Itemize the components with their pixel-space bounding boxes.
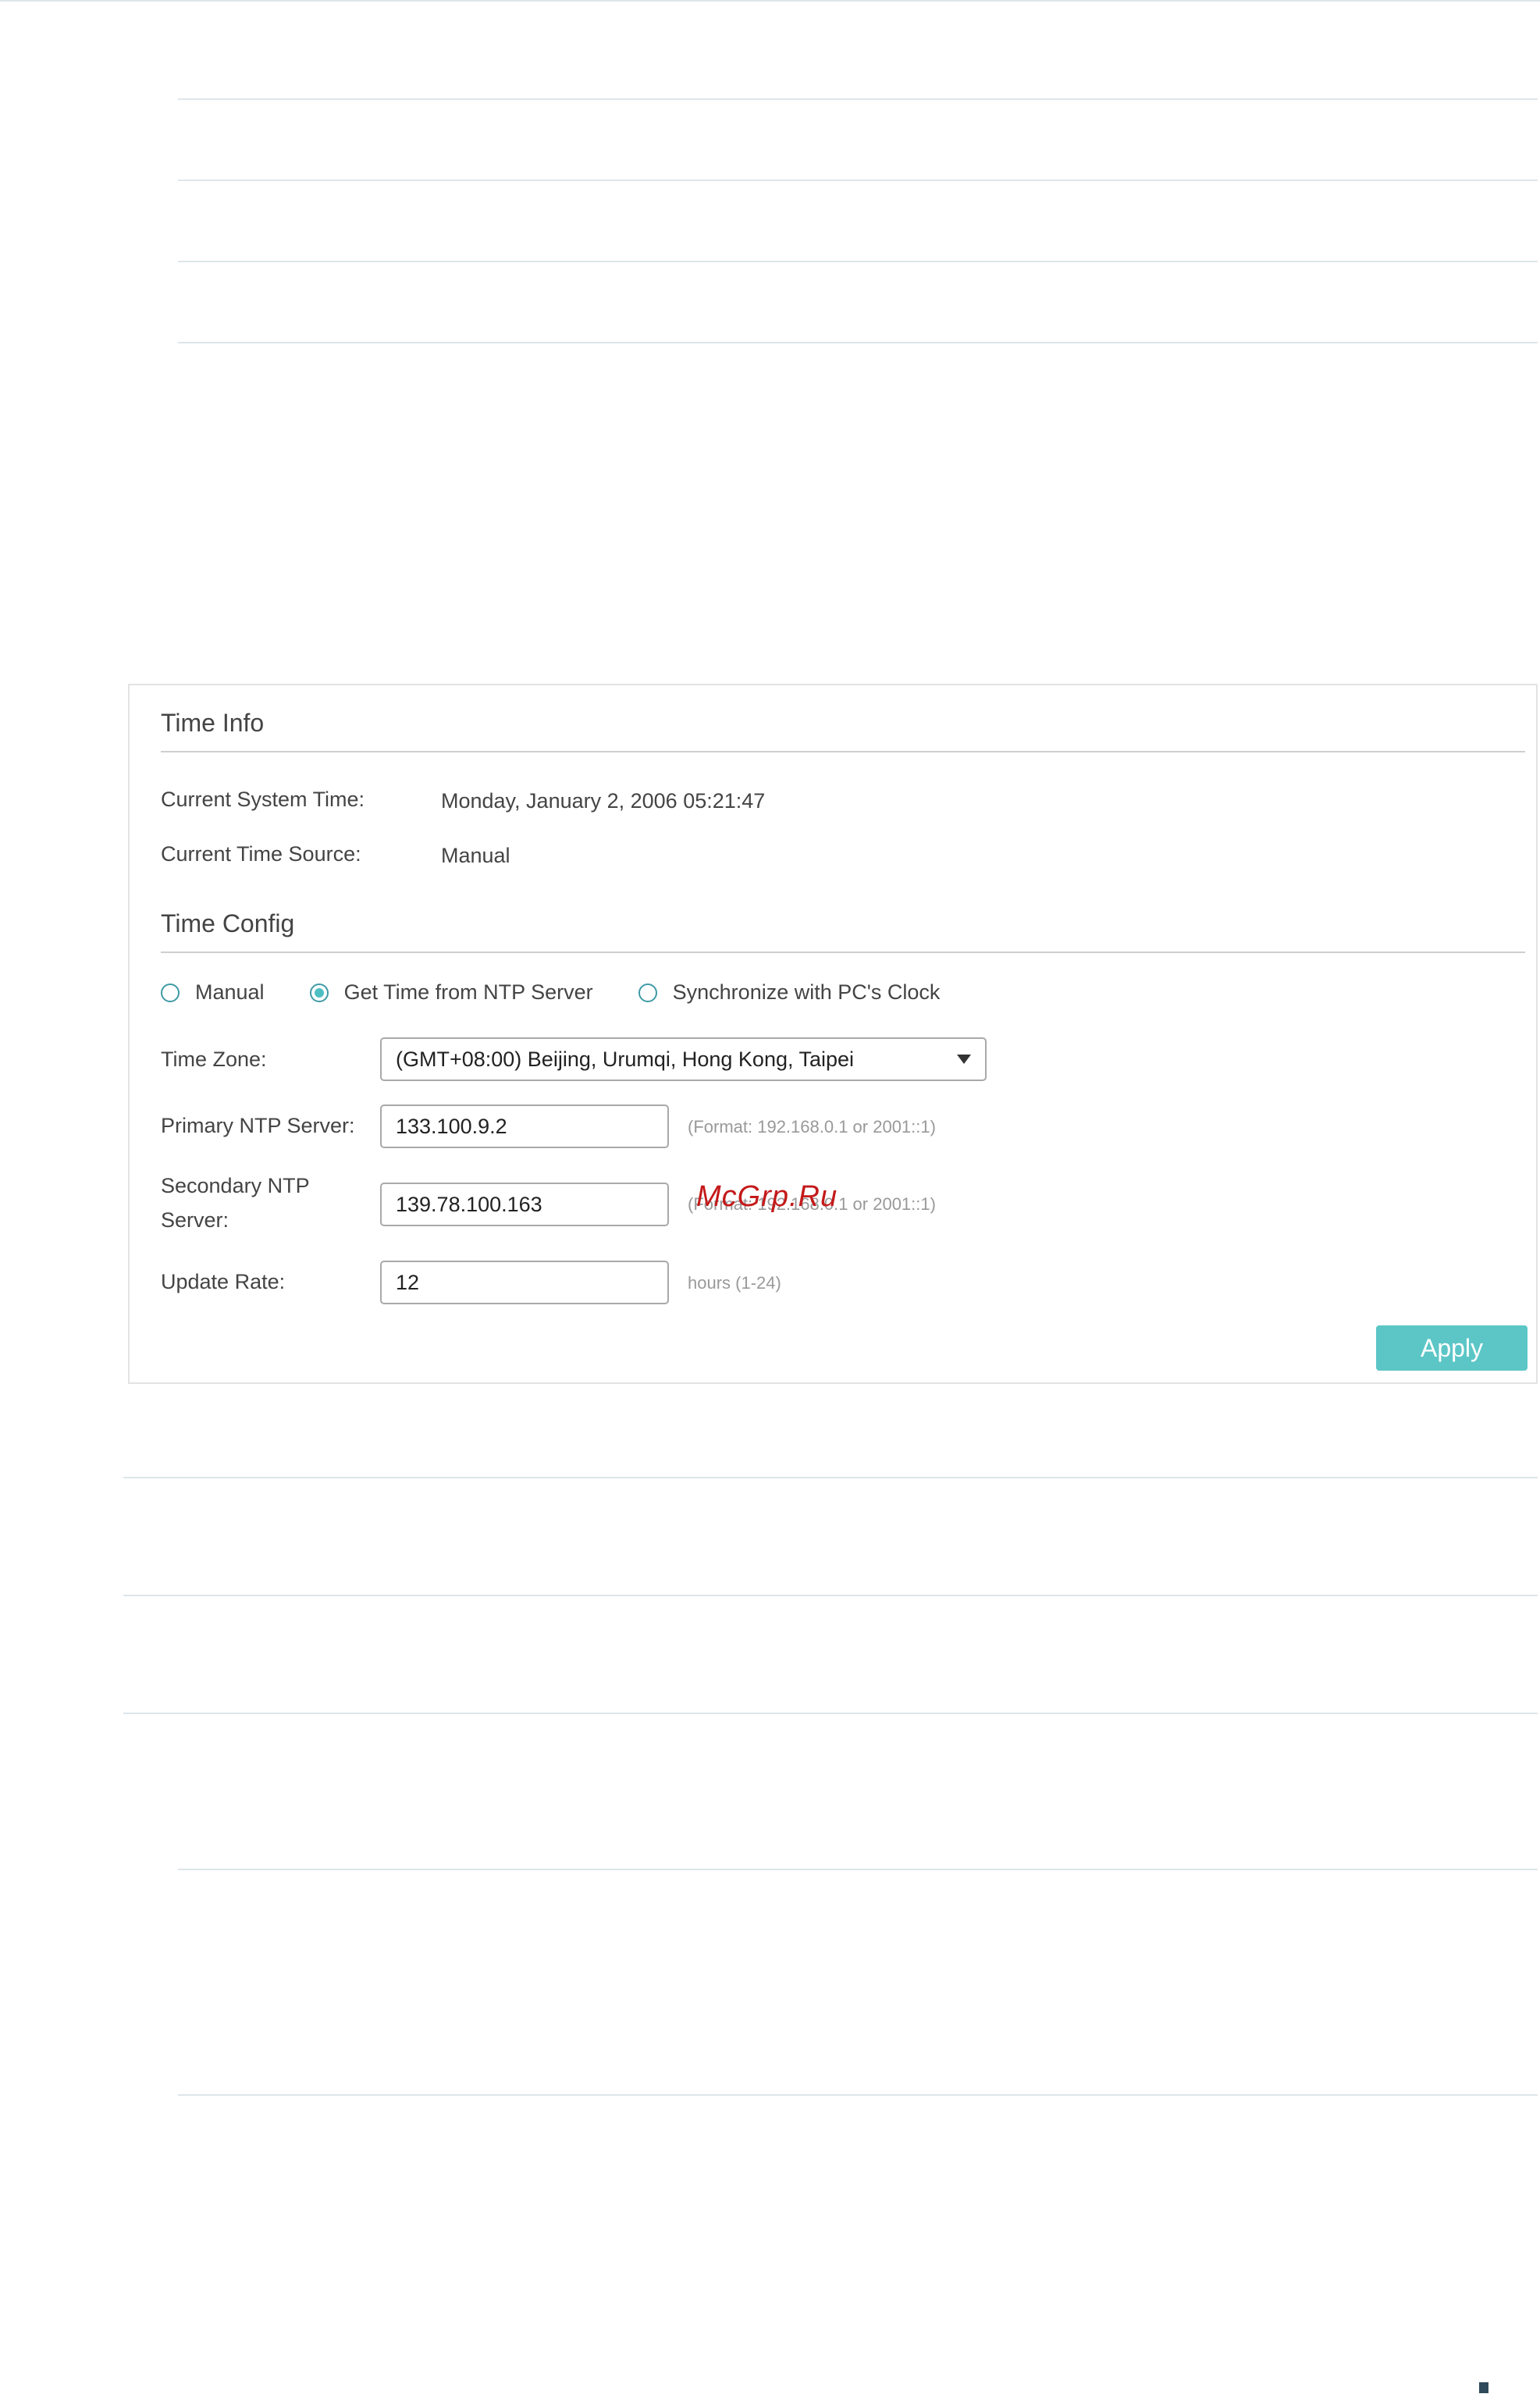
radio-manual-circle[interactable]: [161, 983, 180, 1002]
radio-ntp-server[interactable]: Get Time from NTP Server: [309, 980, 593, 1005]
radio-ntp-server-circle[interactable]: [309, 983, 329, 1002]
current-time-source-label: Current Time Source:: [161, 842, 361, 866]
time-source-radio-group: Manual Get Time from NTP Server Synchron…: [161, 980, 985, 1005]
time-zone-select[interactable]: (GMT+08:00) Beijing, Urumqi, Hong Kong, …: [380, 1037, 987, 1081]
current-system-time-value: Monday, January 2, 2006 05:21:47: [441, 789, 766, 813]
radio-ntp-server-label: Get Time from NTP Server: [343, 980, 593, 1004]
update-rate-label: Update Rate:: [161, 1270, 286, 1293]
divider-line: [178, 98, 1538, 100]
divider-line: [178, 261, 1538, 262]
primary-ntp-input[interactable]: [380, 1104, 669, 1148]
current-time-source-value: Manual: [441, 844, 510, 867]
divider-line: [178, 2094, 1538, 2096]
divider-line: [123, 1477, 1538, 1478]
divider-line: [123, 1595, 1538, 1596]
secondary-ntp-label-line2: Server:: [161, 1208, 229, 1232]
time-config-title: Time Config: [161, 909, 295, 937]
time-zone-selected-value: (GMT+08:00) Beijing, Urumqi, Hong Kong, …: [396, 1047, 855, 1071]
current-system-time-label: Current System Time:: [161, 788, 365, 811]
time-config-divider: [161, 952, 1525, 953]
primary-ntp-hint: (Format: 192.168.0.1 or 2001::1): [688, 1117, 936, 1136]
apply-button[interactable]: Apply: [1376, 1325, 1528, 1371]
watermark-text: McGrp.Ru: [696, 1180, 838, 1213]
chevron-down-icon[interactable]: [957, 1055, 971, 1064]
update-rate-hint: hours (1-24): [688, 1273, 781, 1293]
radio-manual-label: Manual: [195, 980, 265, 1004]
time-info-divider: [161, 751, 1525, 752]
divider-line: [123, 1713, 1538, 1714]
secondary-ntp-input[interactable]: [380, 1183, 669, 1226]
time-info-title: Time Info: [161, 709, 265, 737]
radio-manual[interactable]: Manual: [161, 980, 265, 1005]
top-border-line: [0, 0, 1540, 2]
radio-pc-clock[interactable]: Synchronize with PC's Clock: [638, 980, 941, 1005]
time-settings-panel: Time Info Current System Time: Monday, J…: [128, 684, 1538, 1384]
time-zone-label: Time Zone:: [161, 1048, 267, 1071]
primary-ntp-label: Primary NTP Server:: [161, 1114, 355, 1137]
corner-marker: [1479, 2382, 1488, 2393]
divider-line: [178, 180, 1538, 181]
divider-line: [178, 1869, 1538, 1870]
radio-pc-clock-label: Synchronize with PC's Clock: [672, 980, 941, 1004]
update-rate-input[interactable]: [380, 1261, 669, 1304]
divider-line: [178, 342, 1538, 343]
radio-pc-clock-circle[interactable]: [638, 983, 657, 1002]
secondary-ntp-label-line1: Secondary NTP: [161, 1174, 310, 1197]
